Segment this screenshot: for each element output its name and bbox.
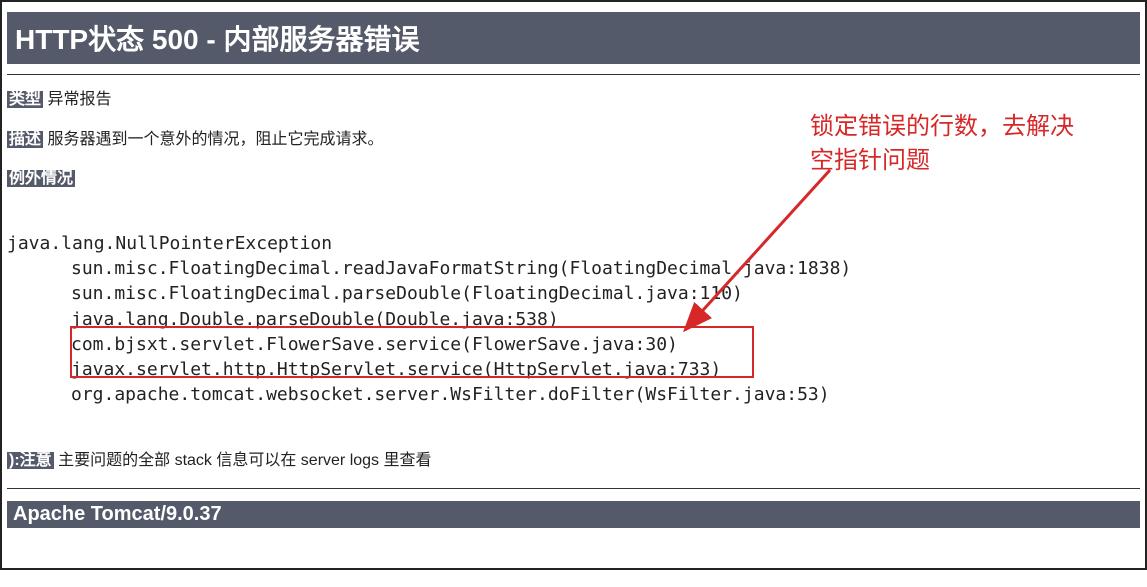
desc-value: 服务器遇到一个意外的情况，阻止它完成请求。 — [47, 131, 383, 148]
error-page: HTTP状态 500 - 内部服务器错误 类型 异常报告 描述 服务器遇到一个意… — [0, 0, 1147, 570]
note-value: 主要问题的全部 stack 信息可以在 server logs 里查看 — [58, 452, 431, 469]
stack-line: java.lang.NullPointerException — [7, 233, 332, 254]
stack-line: sun.misc.FloatingDecimal.readJavaFormatS… — [7, 256, 851, 281]
stack-line-highlighted: com.bjsxt.servlet.FlowerSave.service(Flo… — [7, 332, 678, 357]
annotation-text: 锁定错误的行数，去解决 空指针问题 — [810, 110, 1074, 177]
note-row: ):注意 主要问题的全部 stack 信息可以在 server logs 里查看 — [7, 448, 1140, 474]
type-label: 类型 — [7, 91, 43, 108]
stack-trace: java.lang.NullPointerException sun.misc.… — [7, 206, 1140, 433]
stack-line-highlighted: javax.servlet.http.HttpServlet.service(H… — [7, 357, 721, 382]
note-label: ):注意 — [7, 452, 54, 469]
divider-top — [7, 74, 1140, 75]
footer-text: Apache Tomcat/9.0.37 — [13, 503, 222, 525]
stack-line: org.apache.tomcat.websocket.server.WsFil… — [7, 382, 830, 407]
page-title: HTTP状态 500 - 内部服务器错误 — [7, 12, 1140, 64]
stack-line: sun.misc.FloatingDecimal.parseDouble(Flo… — [7, 281, 743, 306]
divider-bottom — [7, 488, 1140, 489]
type-row: 类型 异常报告 — [7, 87, 1140, 113]
exception-label: 例外情况 — [7, 170, 75, 187]
type-value: 异常报告 — [47, 91, 111, 108]
stack-line: java.lang.Double.parseDouble(Double.java… — [7, 307, 559, 332]
annotation-line1: 锁定错误的行数，去解决 — [810, 113, 1074, 140]
annotation-line2: 空指针问题 — [810, 147, 930, 174]
footer: Apache Tomcat/9.0.37 — [7, 501, 1140, 528]
desc-label: 描述 — [7, 131, 43, 148]
page-title-text: HTTP状态 500 - 内部服务器错误 — [15, 24, 419, 55]
